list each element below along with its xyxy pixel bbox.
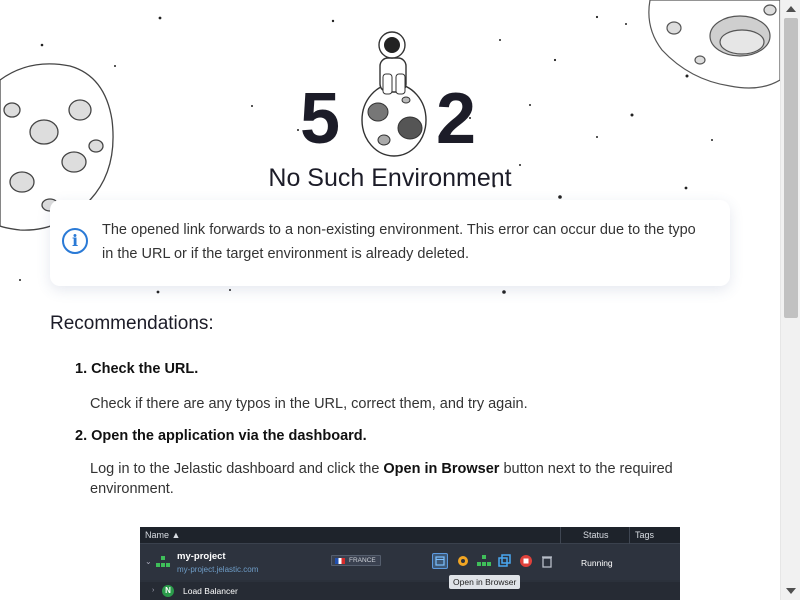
astronaut-on-planet-icon	[361, 31, 427, 157]
france-flag-icon	[335, 558, 345, 564]
column-name: Name ▲	[145, 530, 181, 540]
info-box: i The opened link forwards to a non-exis…	[50, 200, 730, 286]
region-label: FRANCE	[349, 557, 376, 564]
load-balancer-row: › N Load Balancer	[140, 582, 680, 600]
step-1-description: Check if there are any typos in the URL,…	[90, 396, 528, 412]
column-status: Status	[583, 530, 609, 540]
step-2-description: Log in to the Jelastic dashboard and cli…	[90, 459, 710, 499]
page-title: No Such Environment	[268, 164, 512, 192]
environment-row: ⌄ my-project my-project.jelastic.com FRA…	[140, 544, 680, 580]
error-code-digit-right: 2	[436, 79, 479, 159]
topology-icon	[477, 555, 491, 566]
vertical-scrollbar[interactable]	[780, 0, 800, 600]
recommendations-heading: Recommendations:	[50, 313, 214, 334]
load-balancer-label: Load Balancer	[183, 586, 238, 596]
nginx-icon: N	[162, 585, 174, 597]
scroll-down-arrow-icon[interactable]	[786, 588, 796, 594]
project-url: my-project.jelastic.com	[177, 565, 259, 574]
dashboard-header: Name ▲ Status Tags	[140, 527, 680, 544]
expand-chevron-icon: ⌄	[145, 557, 152, 566]
environment-icon	[156, 556, 170, 567]
trash-icon	[542, 556, 552, 568]
error-message: The opened link forwards to a non-existi…	[102, 222, 696, 262]
settings-icon	[458, 556, 468, 566]
open-in-browser-button	[432, 553, 448, 569]
open-in-browser-icon	[435, 556, 445, 566]
environment-status: Running	[581, 558, 613, 568]
step-2-text-before: Log in to the Jelastic dashboard and cli…	[90, 461, 384, 477]
header-divider	[560, 527, 561, 544]
error-code-digit-left: 5	[300, 79, 343, 159]
asteroid-right-icon	[648, 0, 780, 89]
dashboard-screenshot: Name ▲ Status Tags ⌄ my-project my-proje…	[140, 527, 680, 600]
stop-icon	[520, 555, 532, 567]
step-2-title: 2. Open the application via the dashboar…	[75, 428, 367, 444]
open-in-browser-label: Open in Browser	[383, 461, 500, 477]
scroll-up-arrow-icon[interactable]	[786, 6, 796, 12]
column-tags: Tags	[635, 530, 655, 540]
project-name: my-project	[177, 551, 226, 562]
info-icon: i	[62, 228, 88, 254]
clone-icon	[498, 554, 511, 567]
step-1-title: 1. Check the URL.	[75, 361, 199, 377]
header-divider	[629, 527, 630, 544]
region-badge: FRANCE	[331, 555, 381, 566]
expand-arrow-icon: ›	[152, 587, 155, 594]
page: 5 2 No Such Environment i The opened lin…	[0, 0, 780, 600]
open-in-browser-tooltip: Open in Browser	[449, 575, 521, 589]
scroll-thumb[interactable]	[784, 18, 798, 318]
